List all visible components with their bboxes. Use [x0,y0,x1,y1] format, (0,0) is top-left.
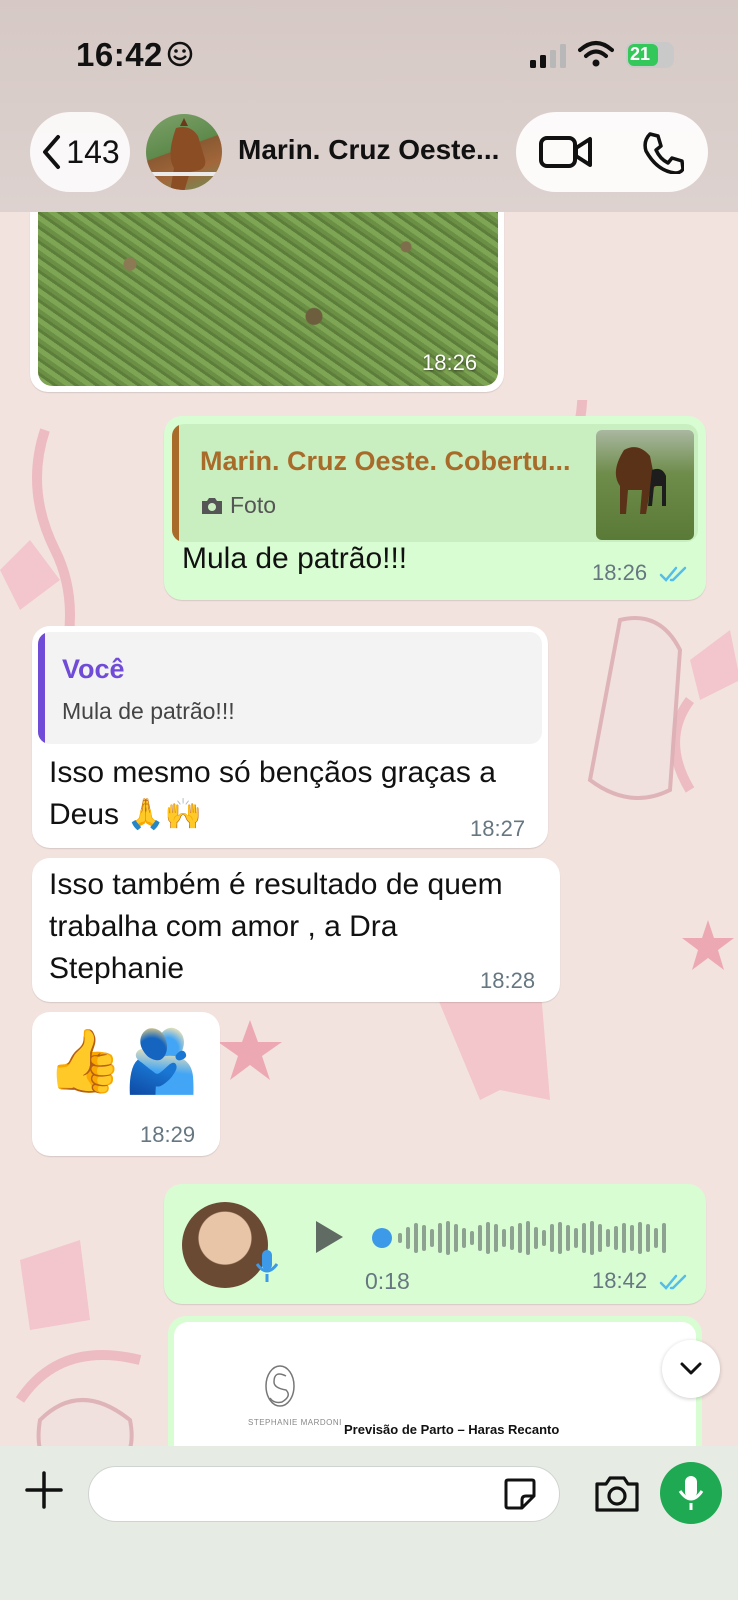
call-buttons [516,112,708,192]
message-text-line-2: trabalha com amor , a Dra [49,910,398,943]
quote-author: Marin. Cruz Oeste. Cobertu... [200,446,571,476]
waveform-bar [510,1226,514,1250]
waveform-bar [486,1222,490,1254]
waveform-bar [542,1230,546,1246]
waveform-bar [582,1223,586,1253]
incoming-emoji-message[interactable]: 👍🫂 18:29 [32,1012,220,1156]
waveform-bar [646,1224,650,1252]
camera-icon[interactable] [594,1474,640,1514]
waveform-bar [574,1228,578,1248]
mic-icon [678,1476,704,1510]
waveform-bar [438,1223,442,1253]
message-input[interactable] [88,1466,560,1522]
double-check-icon [659,1274,687,1291]
waveform-bar [662,1223,666,1253]
waveform-bar [462,1228,466,1248]
quote-text: Mula de patrão!!! [62,698,235,724]
document-preview[interactable]: STEPHANIE MARDONI Previsão de Parto – Ha… [174,1322,696,1446]
outgoing-reply-message[interactable]: Marin. Cruz Oeste. Cobertu... Foto Mula … [164,416,706,600]
smiley-icon [167,41,193,67]
waveform-bar [398,1233,402,1243]
emoji-text: 👍🫂 [46,1027,201,1096]
message-time: 18:28 [480,968,536,993]
incoming-reply-message[interactable]: Você Mula de patrão!!! Isso mesmo só ben… [32,626,548,848]
back-chevron-icon [43,135,61,169]
document-logo [265,1365,295,1407]
horse-photo [146,118,222,190]
camera-small-icon [202,498,222,514]
quote-bar [38,632,45,744]
waveform-bar [630,1225,634,1251]
waveform-bar [638,1222,642,1254]
quoted-message[interactable]: Marin. Cruz Oeste. Cobertu... Foto [172,424,698,542]
waveform-bar [518,1223,522,1253]
waveform-bar [414,1223,418,1253]
message-text: Mula de patrão!!! [182,542,408,575]
waveform-bar [526,1221,530,1255]
waveform-bar [454,1224,458,1252]
waveform-bar [550,1224,554,1252]
waveform-bar [430,1229,434,1247]
voice-waveform[interactable] [372,1218,676,1258]
waveform-bar [558,1222,562,1254]
sticker-icon[interactable] [502,1476,538,1512]
message-meta: 18:42 [592,1268,689,1294]
status-bar: 16:42 21 [0,0,738,110]
message-time: 18:42 [592,1268,648,1293]
back-button[interactable]: 143 [30,112,130,192]
message-time: 18:29 [140,1122,196,1147]
waveform-bar [494,1224,498,1252]
battery-level: 21 [630,44,651,64]
quote-thumbnail [596,430,694,540]
waveform-bar [614,1226,618,1250]
contact-avatar[interactable] [146,114,222,190]
waveform-bar [406,1227,410,1249]
double-check-icon [659,566,687,583]
contact-name[interactable]: Marin. Cruz Oeste... [238,134,499,166]
chevron-down-icon [680,1362,702,1375]
unread-count: 143 [66,133,120,170]
waveform-bar [478,1225,482,1251]
quote-author: Você [62,654,125,684]
cellular-signal-icon [530,44,566,68]
waveform-bar [470,1231,474,1245]
document-logo-text: STEPHANIE MARDONI [248,1418,342,1427]
scroll-to-bottom-button[interactable] [662,1340,720,1398]
message-text-line-1: Isso também é resultado de quem [49,868,503,901]
message-time: 18:26 [592,560,648,585]
plus-icon[interactable] [24,1470,64,1510]
waveform-bar [606,1229,610,1247]
horse-thumbnail [615,447,666,514]
waveform-bar [654,1228,658,1248]
status-time: 16:42 [76,36,163,73]
voice-duration: 0:18 [365,1268,410,1294]
quoted-message[interactable]: Você Mula de patrão!!! [38,632,542,744]
message-meta: 18:26 [592,560,689,586]
voice-call-icon[interactable] [640,130,684,174]
incoming-text-message[interactable]: Isso também é resultado de quem trabalha… [32,858,560,1002]
quote-bar [172,424,179,542]
document-title: Previsão de Parto – Haras Recanto [344,1422,560,1437]
waveform-bar [534,1227,538,1249]
message-text-line-1: Isso mesmo só bençãos graças a [49,756,496,789]
waveform-bar [422,1225,426,1251]
video-call-icon[interactable] [538,130,594,174]
waveform-bar [598,1224,602,1252]
outgoing-document-message[interactable]: STEPHANIE MARDONI Previsão de Parto – Ha… [168,1316,702,1446]
message-text-line-2: Deus 🙏🙌 [49,798,203,831]
waveform-bar [622,1223,626,1253]
message-text-line-3: Stephanie [49,952,185,985]
message-time: 18:26 [422,350,478,375]
wifi-icon [578,41,614,67]
voice-record-button[interactable] [660,1462,722,1524]
quote-type-label: Foto [230,492,277,518]
mic-icon [255,1250,279,1282]
waveform-bar [590,1221,594,1255]
waveform-bar [446,1221,450,1255]
waveform-bar [566,1225,570,1251]
battery-indicator: 21 [626,42,674,68]
message-time: 18:27 [470,816,526,841]
play-icon[interactable] [312,1218,346,1256]
waveform-bar [502,1229,506,1247]
